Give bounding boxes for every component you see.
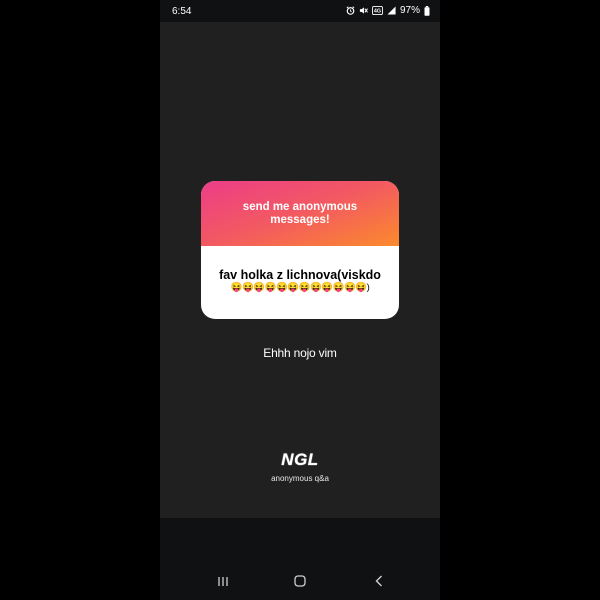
battery-percent: 97% [399,5,420,16]
home-icon [294,574,306,592]
status-icons: 4G 97% [346,5,430,16]
back-icon [375,574,383,592]
back-button[interactable] [364,574,394,592]
alarm-icon [346,6,355,15]
card-message: fav holka z lichnova(viskdo [219,267,381,282]
recent-apps-icon [217,574,229,592]
card-prompt: send me anonymous messages! [242,200,358,226]
question-card: send me anonymous messages! fav holka z … [201,181,399,319]
card-body: fav holka z lichnova(viskdo 😝😝😝😝😝😝😝😝😝😝😝😝… [201,246,399,319]
phone-screen: 6:54 4G 97% send me anonymous messages! [160,0,440,600]
status-time: 6:54 [172,6,192,17]
navigation-bar [160,518,440,600]
svg-text:4G: 4G [374,9,381,15]
signal-icon [387,6,396,15]
card-header: send me anonymous messages! [201,181,399,246]
card-emoji-line: 😝😝😝😝😝😝😝😝😝😝😝😝) [230,281,370,293]
brand-tagline: anonymous q&a [271,474,329,483]
wifi-calling-icon: 4G [372,6,383,15]
story-view: send me anonymous messages! fav holka z … [160,22,440,518]
recent-apps-button[interactable] [208,574,238,592]
mute-icon [359,6,368,15]
home-button[interactable] [285,574,315,592]
brand-block: NGL anonymous q&a [160,450,440,483]
reply-text: Ehhh nojo vim [263,346,337,360]
status-bar: 6:54 4G 97% [160,0,440,22]
battery-icon [424,5,430,16]
ngl-logo: NGL [281,450,319,469]
